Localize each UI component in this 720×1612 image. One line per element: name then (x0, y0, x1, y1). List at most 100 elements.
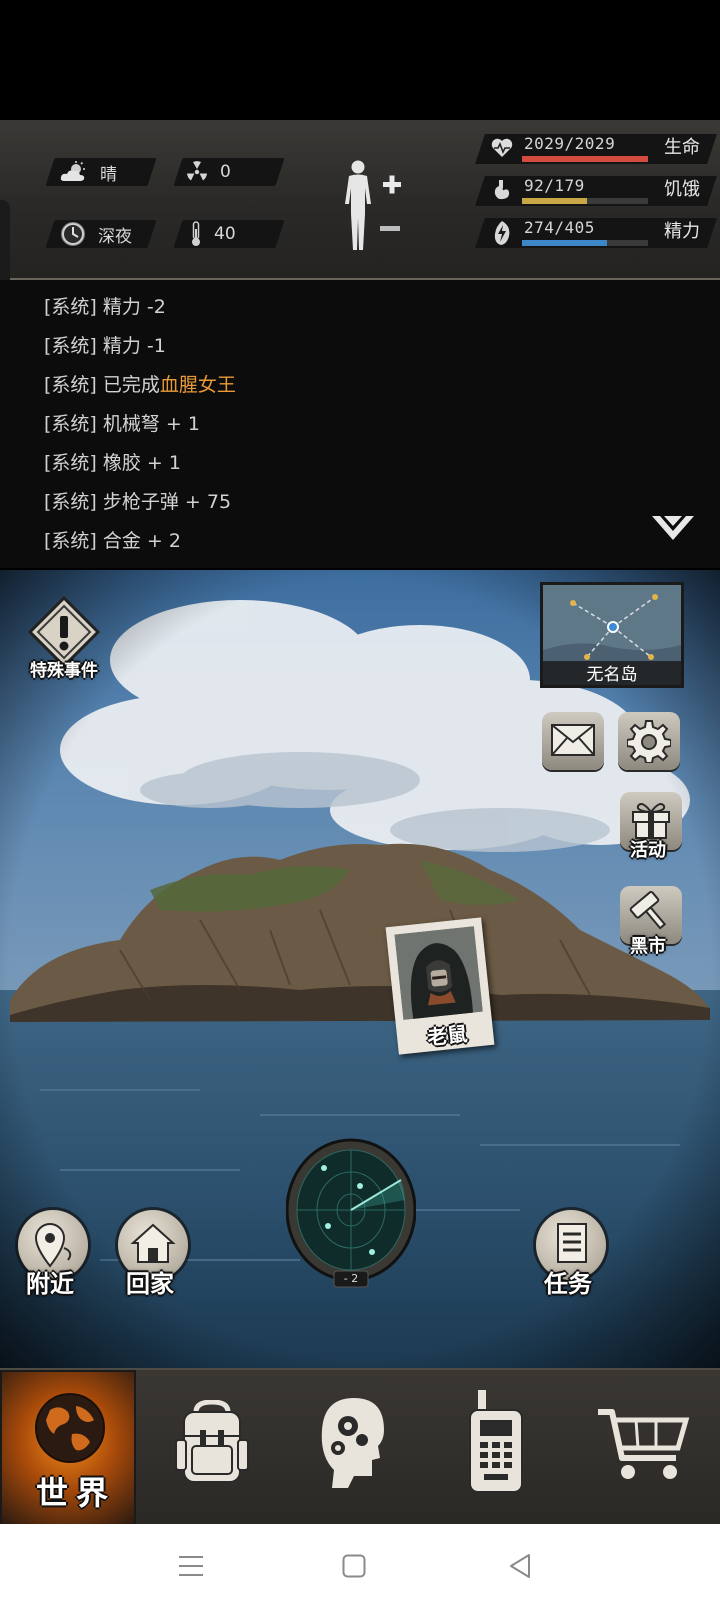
globe-icon (35, 1393, 105, 1463)
cloud-sun-icon (60, 161, 85, 181)
thermometer-icon (192, 221, 200, 246)
energy-bar (522, 240, 648, 246)
mail-button[interactable] (542, 712, 604, 770)
quest-label: 任务 (544, 1270, 592, 1298)
activity-label: 活动 (630, 840, 666, 861)
log-text: 步枪子弹 + 75 (102, 491, 232, 513)
temperature-value: 40 (214, 224, 236, 244)
hunger-stat: 92/179 饥饿 (475, 174, 717, 208)
energy-label: 精力 (664, 221, 700, 242)
radiation-value: 0 (220, 162, 231, 182)
health-stat: 2029/2029 生命 (475, 132, 717, 166)
log-prefix: [系统] (44, 530, 97, 552)
log-text: 已完成 (102, 374, 160, 396)
npc-name: 老鼠 (426, 1021, 469, 1050)
gear-icon (627, 720, 671, 763)
log-line: [系统] 步枪子弹 + 75 (44, 487, 231, 514)
log-prefix: [系统] (44, 491, 97, 513)
head-gears-icon (321, 1398, 384, 1488)
status-panel: 晴 0 深夜 40 2029/2029 生命 92/179 饥饿 274/405… (0, 120, 720, 280)
home-square-icon[interactable] (342, 1554, 366, 1578)
tab-radio[interactable] (432, 1370, 576, 1526)
tab-inventory[interactable] (144, 1370, 288, 1526)
log-text: 橡胶 + 1 (102, 452, 181, 474)
log-line: [系统] 合金 + 2 (44, 526, 181, 553)
hunger-bar-fill (522, 198, 587, 204)
energy-stat: 274/405 精力 (475, 216, 717, 250)
log-text: 精力 -1 (102, 335, 166, 357)
home-label: 回家 (126, 1270, 174, 1298)
activity-button[interactable]: 活动 (618, 792, 684, 862)
energy-icon (494, 221, 510, 245)
backpack-icon (175, 1400, 249, 1483)
tab-shop[interactable] (576, 1370, 720, 1526)
radiation-icon (187, 161, 207, 181)
gift-icon (632, 803, 670, 839)
log-prefix: [系统] (44, 452, 97, 474)
health-value: 2029/2029 (524, 134, 616, 153)
walkie-talkie-icon (469, 1390, 523, 1493)
radiation-status: 0 (186, 158, 231, 186)
weather-label: 晴 (100, 164, 117, 185)
log-line: [系统] 精力 -2 (44, 292, 166, 319)
weather-status: 晴 (60, 158, 117, 186)
log-prefix: [系统] (44, 296, 97, 318)
radar-badge: - 2 (343, 1272, 359, 1285)
special-event-button[interactable]: 特殊事件 (27, 595, 101, 686)
minimap-location-label: 无名岛 (586, 665, 638, 685)
health-bar (522, 156, 648, 162)
tab-skills[interactable] (288, 1370, 432, 1526)
log-prefix: [系统] (44, 374, 97, 396)
quest-button[interactable]: 任务 (532, 1210, 612, 1306)
energy-bar-fill (522, 240, 608, 246)
stomach-icon (494, 180, 510, 200)
shopping-cart-icon (598, 1409, 690, 1479)
settings-button[interactable] (618, 712, 680, 770)
body-figure-icon (345, 160, 401, 250)
radar-scanner-icon (285, 1138, 417, 1288)
back-triangle-icon[interactable] (508, 1553, 532, 1579)
energy-value: 274/405 (524, 218, 595, 237)
home-button[interactable]: 回家 (116, 1210, 196, 1306)
hunger-label: 饥饿 (664, 179, 700, 200)
health-label: 生命 (664, 137, 700, 158)
auction-gavel-icon (629, 890, 667, 930)
black-market-button[interactable]: 黑市 (618, 886, 684, 958)
tab-world-label: 世界 (36, 1474, 117, 1512)
log-line: [系统] 精力 -1 (44, 331, 166, 358)
log-line: [系统] 机械弩 + 1 (44, 409, 200, 436)
location-pin-icon (34, 1223, 72, 1268)
npc-card-rat[interactable]: 老鼠 (385, 917, 495, 1055)
radar-button[interactable]: - 2 (285, 1138, 417, 1288)
minimap[interactable]: 无名岛 (540, 582, 684, 688)
black-market-label: 黑市 (630, 936, 666, 957)
bottom-tab-bar: 世界 (0, 1368, 720, 1526)
special-event-label: 特殊事件 (30, 661, 98, 681)
house-icon (130, 1223, 176, 1263)
log-text: 精力 -2 (102, 296, 166, 318)
body-status-button[interactable] (336, 158, 408, 258)
log-line: [系统] 橡胶 + 1 (44, 448, 181, 475)
hooded-npc-portrait (394, 926, 483, 1021)
time-status: 深夜 (60, 220, 132, 248)
health-bar-fill (522, 156, 648, 162)
log-line: [系统] 已完成血腥女王 (44, 370, 236, 397)
log-highlight: 血腥女王 (159, 374, 236, 396)
hunger-bar (522, 198, 648, 204)
expand-log-chevron-icon[interactable] (650, 513, 696, 543)
log-text: 合金 + 2 (102, 530, 181, 552)
message-log[interactable]: [系统] 精力 -2 [系统] 精力 -1 [系统] 已完成血腥女王 [系统] … (0, 280, 720, 568)
world-scene: 特殊事件 无名岛 活动 黑市 老鼠 - 2 附近 回家 任务 (0, 570, 720, 1368)
heart-icon (491, 138, 513, 157)
tab-world[interactable]: 世界 (0, 1370, 136, 1526)
temperature-status: 40 (190, 220, 236, 248)
nearby-button[interactable]: 附近 (16, 1210, 96, 1306)
hunger-value: 92/179 (524, 176, 585, 195)
nearby-label: 附近 (26, 1270, 74, 1298)
envelope-icon (551, 724, 595, 756)
log-text: 机械弩 + 1 (102, 413, 200, 435)
log-prefix: [系统] (44, 413, 97, 435)
menu-icon[interactable] (178, 1554, 204, 1578)
log-prefix: [系统] (44, 335, 97, 357)
clock-icon (61, 222, 85, 246)
